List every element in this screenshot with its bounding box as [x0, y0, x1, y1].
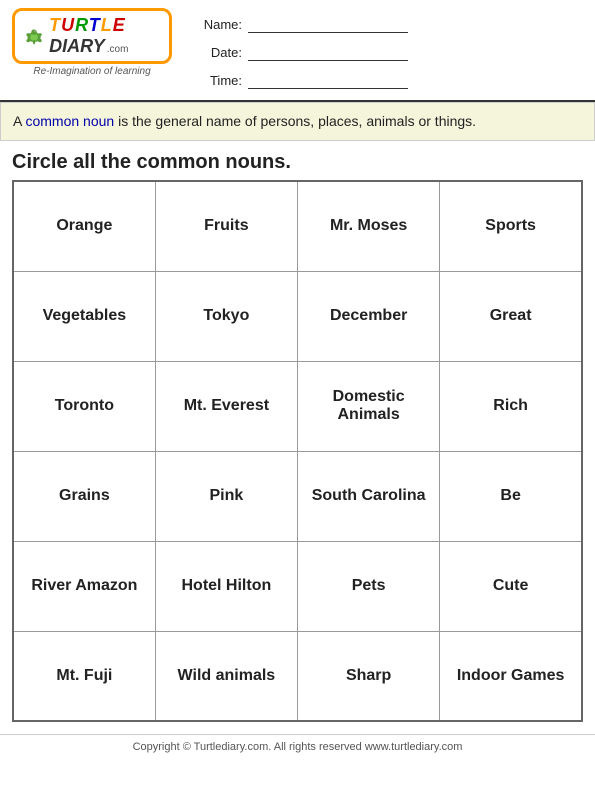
name-row: Name: [202, 12, 583, 38]
table-row: River AmazonHotel HiltonPetsCute [13, 541, 582, 631]
logo-tagline: Re-Imagination of learning [33, 66, 150, 77]
table-cell[interactable]: Sports [440, 181, 582, 271]
table-cell[interactable]: Orange [13, 181, 155, 271]
info-description: is the general name of persons, places, … [114, 113, 476, 129]
noun-table: OrangeFruitsMr. MosesSportsVegetablesTok… [12, 180, 583, 722]
logo-box: TURTLE DIARY.com [12, 8, 172, 64]
table-cell[interactable]: Hotel Hilton [155, 541, 297, 631]
table-row: Mt. FujiWild animalsSharpIndoor Games [13, 631, 582, 721]
table-cell[interactable]: Domestic Animals [298, 361, 440, 451]
table-cell[interactable]: Great [440, 271, 582, 361]
table-row: TorontoMt. EverestDomestic AnimalsRich [13, 361, 582, 451]
name-fields: Name: Date: Time: [172, 8, 583, 96]
name-label: Name: [202, 12, 242, 38]
table-cell[interactable]: Mt. Everest [155, 361, 297, 451]
table-cell[interactable]: Cute [440, 541, 582, 631]
date-row: Date: [202, 40, 583, 66]
table-cell[interactable]: Pink [155, 451, 297, 541]
table-cell[interactable]: Toronto [13, 361, 155, 451]
table-cell[interactable]: Mr. Moses [298, 181, 440, 271]
instruction: Circle all the common nouns. [0, 141, 595, 180]
table-cell[interactable]: Mt. Fuji [13, 631, 155, 721]
table-cell[interactable]: Wild animals [155, 631, 297, 721]
time-input-line [248, 73, 408, 89]
footer: Copyright © Turtlediary.com. All rights … [0, 734, 595, 757]
table-cell[interactable]: Rich [440, 361, 582, 451]
table-cell[interactable]: Fruits [155, 181, 297, 271]
table-cell[interactable]: Sharp [298, 631, 440, 721]
table-row: OrangeFruitsMr. MosesSports [13, 181, 582, 271]
table-row: GrainsPinkSouth CarolinaBe [13, 451, 582, 541]
table-cell[interactable]: River Amazon [13, 541, 155, 631]
table-row: VegetablesTokyoDecemberGreat [13, 271, 582, 361]
table-cell[interactable]: Be [440, 451, 582, 541]
table-cell[interactable]: South Carolina [298, 451, 440, 541]
logo-text: TURTLE DIARY.com [49, 15, 161, 57]
common-noun-link[interactable]: common noun [25, 113, 114, 129]
noun-table-container: OrangeFruitsMr. MosesSportsVegetablesTok… [0, 180, 595, 730]
name-input-line [248, 17, 408, 33]
table-cell[interactable]: Vegetables [13, 271, 155, 361]
table-cell[interactable]: December [298, 271, 440, 361]
date-input-line [248, 45, 408, 61]
table-cell[interactable]: Pets [298, 541, 440, 631]
table-cell[interactable]: Indoor Games [440, 631, 582, 721]
table-cell[interactable]: Grains [13, 451, 155, 541]
logo-area: TURTLE DIARY.com Re-Imagination of learn… [12, 8, 172, 77]
date-label: Date: [202, 40, 242, 66]
info-box: A common noun is the general name of per… [0, 102, 595, 141]
time-row: Time: [202, 68, 583, 94]
time-label: Time: [202, 68, 242, 94]
table-cell[interactable]: Tokyo [155, 271, 297, 361]
turtle-icon [23, 20, 45, 52]
header: TURTLE DIARY.com Re-Imagination of learn… [0, 0, 595, 102]
